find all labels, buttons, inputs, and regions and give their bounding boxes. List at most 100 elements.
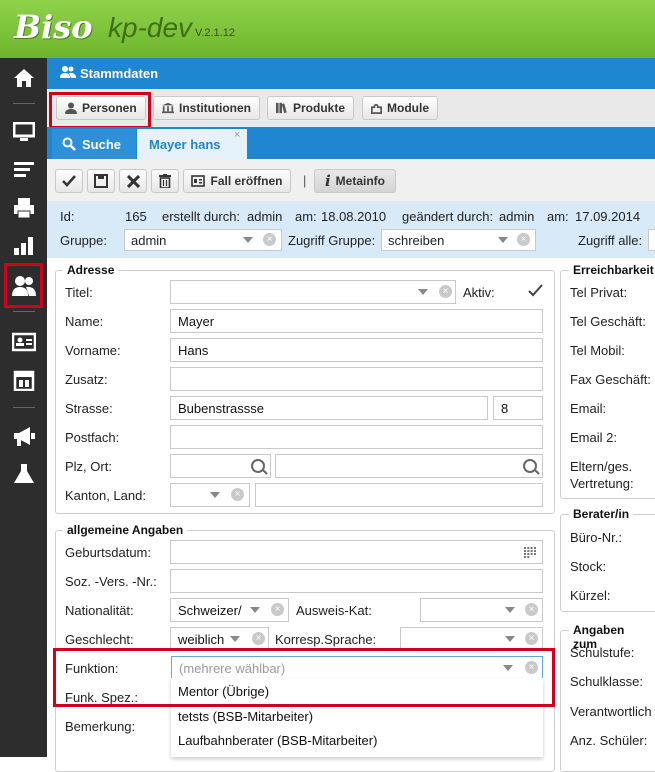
cancel-button[interactable] xyxy=(119,169,147,193)
zugriff-gruppe-clear-icon[interactable]: × xyxy=(517,233,530,246)
tel-mobil-label: Tel Mobil: xyxy=(570,343,625,358)
nav-module-button[interactable]: Module xyxy=(362,96,438,120)
vorname-label: Vorname: xyxy=(65,343,121,358)
megaphone-icon[interactable] xyxy=(8,422,40,450)
zusatz-label: Zusatz: xyxy=(65,372,108,387)
tab-suche[interactable]: Suche xyxy=(52,129,136,159)
app-name: kp-dev xyxy=(108,12,193,43)
berater-legend: Berater/in xyxy=(569,507,634,521)
calendar-icon[interactable] xyxy=(8,366,40,394)
gruppe-clear-icon[interactable]: × xyxy=(263,233,276,246)
name-label: Name: xyxy=(65,314,104,329)
plz-search-icon[interactable] xyxy=(251,459,265,473)
sozvers-input[interactable] xyxy=(170,569,543,593)
highlight-funktion xyxy=(53,648,555,707)
tab-record-label: Mayer hans xyxy=(149,136,221,152)
id-card-icon[interactable] xyxy=(8,328,40,356)
home-icon[interactable] xyxy=(8,64,40,92)
ausweis-chevron-down-icon[interactable] xyxy=(505,607,515,613)
delete-button[interactable] xyxy=(151,169,179,193)
hausnummer-value: 8 xyxy=(501,400,509,416)
name-input-value: Mayer xyxy=(178,313,215,329)
strasse-label: Strasse: xyxy=(65,401,113,416)
zugriff-alle-select[interactable] xyxy=(648,229,655,251)
flask-icon[interactable] xyxy=(8,460,40,488)
nav-produkte-button[interactable]: Produkte xyxy=(267,96,354,120)
funktion-option[interactable]: tetsts (BSB-Mitarbeiter) xyxy=(178,709,313,724)
korresp-clear-icon[interactable]: × xyxy=(525,632,538,645)
postfach-input[interactable] xyxy=(170,425,543,449)
toolbar-separator: | xyxy=(303,173,307,188)
korresp-chevron-down-icon[interactable] xyxy=(505,636,515,642)
nationalitaet-clear-icon[interactable]: × xyxy=(271,603,284,616)
geschlecht-label: Geschlecht: xyxy=(65,632,134,647)
email-label: Email: xyxy=(570,401,607,416)
gruppe-select[interactable]: admin xyxy=(124,229,282,251)
kanton-chevron-down-icon[interactable] xyxy=(210,492,220,498)
zugriff-gruppe-chevron-down-icon[interactable] xyxy=(498,237,508,243)
geburtsdatum-input[interactable] xyxy=(170,540,543,564)
vertretung-label: Vertretung: xyxy=(570,476,634,491)
created-by-label: erstellt durch: xyxy=(162,209,241,224)
zugriff-alle-label: Zugriff alle: xyxy=(578,233,643,248)
zugriff-gruppe-select[interactable]: schreiben xyxy=(381,229,536,251)
nav-institutionen-label: Institutionen xyxy=(179,101,251,115)
eltern-label: Eltern/ges. xyxy=(570,459,633,474)
metainfo-button[interactable]: i Metainfo xyxy=(314,169,396,193)
geschlecht-chevron-down-icon[interactable] xyxy=(230,636,240,642)
fall-eroeffnen-label: Fall eröffnen xyxy=(210,174,283,188)
kanton-land-label: Kanton, Land: xyxy=(65,488,146,503)
gruppe-select-value: admin xyxy=(131,232,167,248)
land-input[interactable] xyxy=(255,483,543,507)
list-icon[interactable] xyxy=(8,156,40,184)
strasse-input[interactable]: Bubenstrassse xyxy=(170,396,488,420)
save-confirm-button[interactable] xyxy=(55,169,83,193)
gruppe-chevron-down-icon[interactable] xyxy=(243,237,253,243)
monitor-icon[interactable] xyxy=(8,118,40,146)
ausweis-label: Ausweis-Kat: xyxy=(296,603,372,618)
changed-by-value: admin xyxy=(499,209,535,224)
kanton-clear-icon[interactable]: × xyxy=(231,488,244,501)
ort-search-icon[interactable] xyxy=(523,459,537,473)
vorname-input[interactable]: Hans xyxy=(170,338,543,362)
buero-nr-label: Büro-Nr.: xyxy=(570,530,623,545)
created-on-label: am: xyxy=(295,209,317,224)
aktiv-checkbox[interactable] xyxy=(527,282,544,299)
created-by-value: admin xyxy=(247,209,283,224)
case-icon xyxy=(191,175,206,187)
floppy-icon xyxy=(94,174,108,188)
geschlecht-value: weiblich xyxy=(178,631,224,647)
bemerkung-label: Bemerkung: xyxy=(65,719,136,734)
institution-icon xyxy=(162,102,174,114)
titel-chevron-down-icon[interactable] xyxy=(418,289,428,295)
ort-input[interactable] xyxy=(275,454,543,478)
ausweis-clear-icon[interactable]: × xyxy=(525,603,538,616)
strasse-input-value: Bubenstrassse xyxy=(178,400,264,416)
sidebar xyxy=(0,58,47,757)
calendar-grid-icon[interactable] xyxy=(524,546,536,561)
bar-chart-icon[interactable] xyxy=(8,232,40,260)
fall-eroeffnen-button[interactable]: Fall eröffnen xyxy=(183,169,291,193)
tab-record[interactable]: Mayer hans xyxy=(137,129,247,159)
geschlecht-clear-icon[interactable]: × xyxy=(252,632,265,645)
nav-institutionen-button[interactable]: Institutionen xyxy=(153,96,260,120)
titel-clear-icon[interactable]: × xyxy=(439,285,452,298)
created-on-value: 18.08.2010 xyxy=(321,209,387,224)
allgemein-legend: allgemeine Angaben xyxy=(63,523,188,537)
funktion-option[interactable]: Laufbahnberater (BSB-Mitarbeiter) xyxy=(178,733,377,748)
schulklasse-label: Schulklasse: xyxy=(570,674,643,689)
zusatz-input[interactable] xyxy=(170,367,543,391)
highlight-personen xyxy=(49,92,151,129)
name-input[interactable]: Mayer xyxy=(170,309,543,333)
highlight-users-icon xyxy=(4,263,43,308)
hausnummer-input[interactable]: 8 xyxy=(493,396,543,420)
sozvers-label: Soz. -Vers. -Nr.: xyxy=(65,574,157,589)
nationalitaet-chevron-down-icon[interactable] xyxy=(250,607,260,613)
titel-select[interactable] xyxy=(170,280,456,304)
changed-on-value: 17.09.2014 xyxy=(575,209,641,224)
save-button[interactable] xyxy=(87,169,115,193)
tab-close-icon[interactable]: × xyxy=(234,129,240,141)
printer-icon[interactable] xyxy=(8,194,40,222)
anz-schueler-label: Anz. Schüler: xyxy=(570,733,648,748)
verantwortlich-label: Verantwortlich xyxy=(570,704,652,719)
